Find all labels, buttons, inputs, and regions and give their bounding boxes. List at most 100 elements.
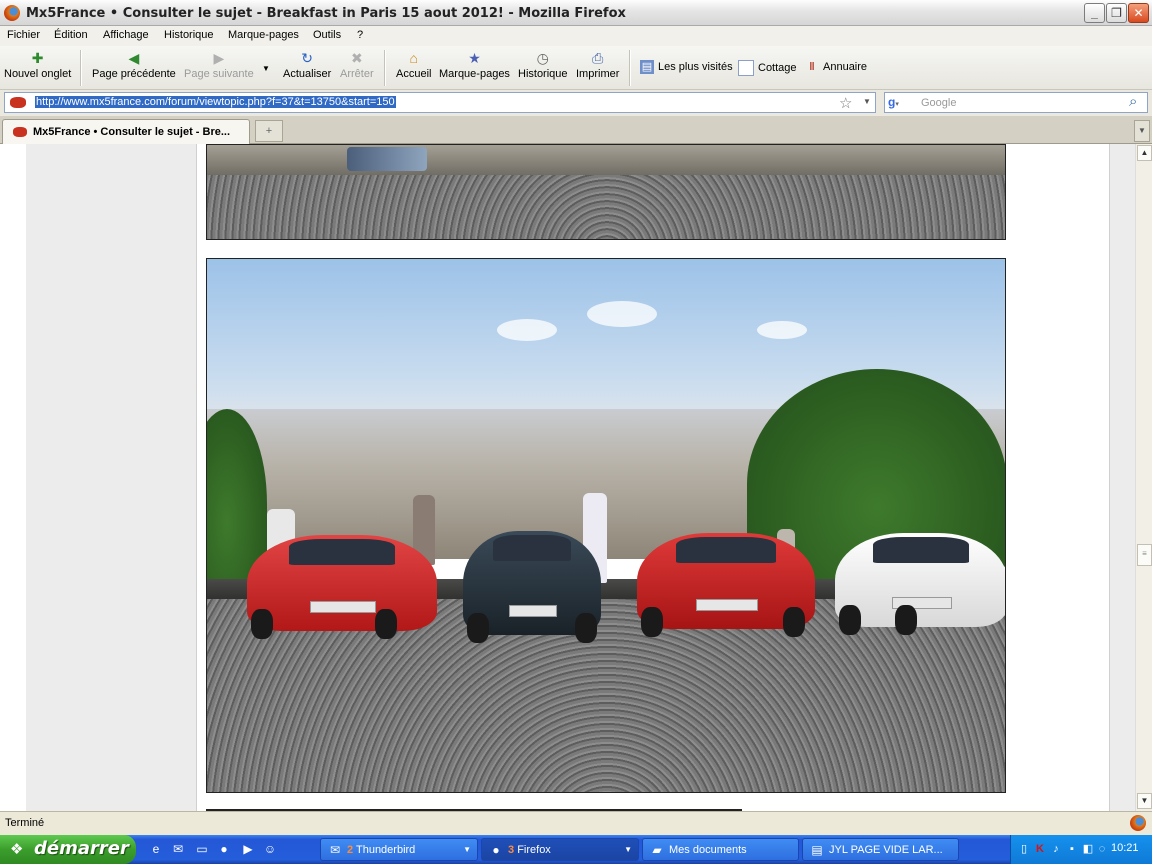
- media-quicklaunch-icon[interactable]: ▶: [240, 841, 256, 857]
- user-quicklaunch-icon[interactable]: ☺: [262, 841, 278, 857]
- home-icon: ⌂: [409, 50, 418, 66]
- restore-button[interactable]: ❐: [1106, 3, 1127, 23]
- bookmark-most-visited[interactable]: ▤ Les plus visités: [640, 60, 733, 74]
- bookmark-cottage[interactable]: Cottage: [738, 60, 797, 76]
- page-margin-left: [0, 144, 27, 811]
- photo-car-red-13: [247, 535, 437, 639]
- document-icon: ▤: [811, 843, 823, 857]
- site-favicon-icon: [13, 127, 27, 137]
- close-button[interactable]: ✕: [1128, 3, 1149, 23]
- post-photo-cobblestones: [206, 144, 1006, 240]
- reload-button[interactable]: ↻ Actualiser: [283, 50, 331, 80]
- volume-icon[interactable]: ♪: [1049, 842, 1063, 856]
- tray-antivirus-icon[interactable]: K: [1033, 842, 1047, 856]
- task-label: Firefox: [517, 844, 551, 856]
- new-tab-plus-button[interactable]: +: [255, 120, 283, 142]
- chevron-down-icon: ▼: [624, 845, 632, 854]
- thunderbird-icon: ✉: [329, 843, 341, 857]
- menu-fichier[interactable]: Fichier: [7, 29, 40, 41]
- tab-label: Mx5France • Consulter le sujet - Bre...: [33, 126, 231, 138]
- toolbar-separator: [80, 50, 82, 86]
- tab-mx5france[interactable]: Mx5France • Consulter le sujet - Bre...: [2, 119, 250, 144]
- title-bar: Mx5France • Consulter le sujet - Breakfa…: [0, 0, 1152, 26]
- navigation-toolbar: ✚ Nouvel onglet ◀ Page précédente ▶ Page…: [0, 46, 1152, 90]
- print-button[interactable]: ⎙ Imprimer: [576, 50, 619, 80]
- bookmarks-button[interactable]: ★ Marque-pages: [439, 50, 510, 80]
- chevron-down-icon: ▼: [463, 845, 471, 854]
- bookmarks-label: Marque-pages: [439, 68, 510, 80]
- clock[interactable]: 10:21: [1111, 842, 1139, 854]
- task-jyl-document[interactable]: ▤ JYL PAGE VIDE LAR...: [802, 838, 959, 861]
- forward-button[interactable]: ▶ Page suivante: [184, 50, 254, 80]
- stop-button[interactable]: ✖ Arrêter: [340, 50, 374, 80]
- stop-icon: ✖: [350, 50, 363, 66]
- task-firefox[interactable]: ● 3 Firefox ▼: [481, 838, 639, 861]
- forward-history-dropdown[interactable]: ▼: [262, 62, 270, 74]
- forward-arrow-icon: ▶: [213, 50, 225, 66]
- tray-app-icon[interactable]: ◧: [1081, 842, 1095, 856]
- windows-taskbar: ❖ démarrer e ✉ ▭ ● ▶ ☺ ✉ 2 Thunderbird ▼…: [0, 835, 1152, 864]
- photo-cloud: [757, 321, 807, 339]
- search-placeholder: Google: [921, 97, 957, 109]
- scroll-thumb[interactable]: ≡: [1137, 544, 1152, 566]
- firefox-quicklaunch-icon[interactable]: ●: [216, 841, 232, 857]
- search-icon[interactable]: ⌕: [1129, 93, 1137, 110]
- menu-edition[interactable]: Édition: [54, 29, 88, 41]
- site-favicon-icon: [10, 97, 26, 108]
- url-text[interactable]: http://www.mx5france.com/forum/viewtopic…: [35, 96, 396, 108]
- tab-list-dropdown[interactable]: ▼: [1134, 120, 1150, 142]
- photo-cobbles: [207, 175, 1005, 239]
- url-history-dropdown[interactable]: ▼: [863, 97, 871, 106]
- photo-curb: [207, 145, 1005, 177]
- bars-icon: ‖: [809, 61, 815, 73]
- new-tab-button[interactable]: ✚ Nouvel onglet: [4, 50, 71, 80]
- ie-quicklaunch-icon[interactable]: e: [148, 841, 164, 857]
- vertical-scrollbar[interactable]: ▲ ≡ ▼: [1135, 144, 1152, 811]
- clock-icon: ◷: [536, 50, 549, 66]
- status-bar: Terminé: [0, 811, 1152, 835]
- menu-historique[interactable]: Historique: [164, 29, 214, 41]
- bookmark-annuaire[interactable]: ‖ Annuaire: [805, 60, 867, 74]
- menu-bar: Fichier Édition Affichage Historique Mar…: [0, 26, 1152, 46]
- history-button[interactable]: ◷ Historique: [518, 50, 568, 80]
- scroll-up-button[interactable]: ▲: [1137, 145, 1152, 161]
- google-engine-icon[interactable]: g▾: [888, 95, 904, 110]
- firefox-status-icon[interactable]: [1130, 815, 1146, 831]
- home-button[interactable]: ⌂ Accueil: [396, 50, 431, 80]
- desktop-quicklaunch-icon[interactable]: ▭: [194, 841, 210, 857]
- menu-affichage[interactable]: Affichage: [103, 29, 149, 41]
- status-text: Terminé: [5, 817, 45, 829]
- firefox-icon: ●: [492, 843, 500, 857]
- photo-cloud: [497, 319, 557, 341]
- bookmark-star-icon[interactable]: ☆: [839, 94, 852, 112]
- photo-cloud: [587, 301, 657, 327]
- menu-outils[interactable]: Outils: [313, 29, 341, 41]
- scroll-down-button[interactable]: ▼: [1137, 793, 1152, 809]
- bookmarks-star-icon: ★: [468, 50, 481, 66]
- tray-doc-icon[interactable]: ▯: [1017, 842, 1031, 856]
- tray-update-icon[interactable]: ◌: [1095, 842, 1109, 856]
- menu-help[interactable]: ?: [357, 29, 363, 41]
- back-button[interactable]: ◀ Page précédente: [92, 50, 176, 80]
- task-thunderbird[interactable]: ✉ 2 Thunderbird ▼: [320, 838, 478, 861]
- printer-icon: ⎙: [592, 50, 604, 66]
- start-button[interactable]: ❖ démarrer: [0, 835, 136, 864]
- window-title: Mx5France • Consulter le sujet - Breakfa…: [26, 6, 626, 21]
- menu-marque-pages[interactable]: Marque-pages: [228, 29, 299, 41]
- forum-author-column: [26, 144, 197, 811]
- task-mes-documents[interactable]: ▰ Mes documents: [642, 838, 799, 861]
- new-tab-icon: ✚: [31, 50, 44, 66]
- search-input[interactable]: g▾ Google ⌕: [884, 92, 1148, 113]
- page-margin-right: [1109, 144, 1135, 811]
- firefox-icon: [4, 5, 20, 21]
- outlook-quicklaunch-icon[interactable]: ✉: [170, 841, 186, 857]
- url-input[interactable]: http://www.mx5france.com/forum/viewtopic…: [4, 92, 876, 113]
- system-tray: ▯ K ♪ ▪ ◧ ◌ 10:21: [1010, 835, 1152, 864]
- photo-car-white: [835, 533, 1005, 635]
- photo-car-dark-green: [463, 531, 601, 643]
- back-arrow-icon: ◀: [128, 50, 140, 66]
- task-label: Thunderbird: [355, 844, 416, 856]
- bookmark-label: Cottage: [758, 61, 797, 74]
- minimize-button[interactable]: _: [1084, 3, 1105, 23]
- tray-network-icon[interactable]: ▪: [1065, 842, 1079, 856]
